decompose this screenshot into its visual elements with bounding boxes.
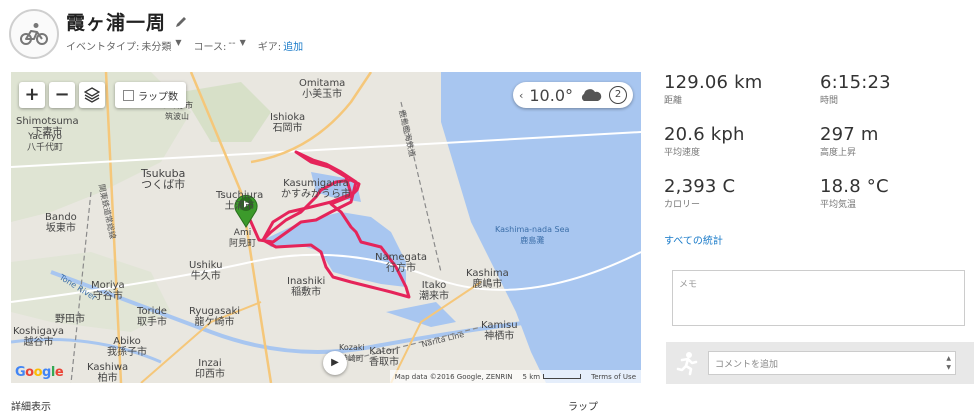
zoom-in-button[interactable]: + (19, 82, 45, 108)
map-layers-button[interactable] (79, 82, 105, 108)
gear-field: ギア: 追加 (258, 38, 303, 53)
comment-input[interactable]: コメントを追加 ▲ ▼ (708, 351, 956, 375)
wind-indicator: 2 (609, 86, 627, 104)
stat-time: 6:15:23 時間 (820, 72, 891, 106)
weather-widget[interactable]: ‹ 10.0° 2 (512, 82, 633, 108)
stat-avg-temperature: 18.8 °C 平均気温 (820, 176, 889, 210)
map-label-ryugasaki: Ryugasaki 龍ケ崎市 (189, 306, 241, 328)
map-label-itako: Itako 潮来市 (419, 280, 449, 302)
map-label-namegata: Namegata 行方市 (375, 252, 428, 274)
map-label-inashiki: Inashiki 稲敷市 (287, 276, 326, 298)
stat-elevation-gain: 297 m 高度上昇 (820, 124, 879, 158)
map-label-kashiwa: Kashiwa 柏市 (87, 362, 129, 383)
cloud-icon (581, 89, 602, 101)
map-label-tsukuba: Tsukuba つくば市 (141, 167, 186, 191)
add-gear-link[interactable]: 追加 (283, 38, 303, 53)
caret-down-icon: ▼ (239, 38, 246, 47)
map-label-kashima-nada-sea: Kashima-nada Sea 鹿島灘 (495, 225, 570, 245)
scroll-arrows-icon[interactable]: ▲ ▼ (946, 354, 951, 372)
map-attribution: Map data ©2016 Google, ZENRIN 5 km Terms… (389, 370, 641, 383)
map-label-abiko: Abiko 我孫子市 (107, 336, 147, 358)
lap-toggle[interactable]: ラップ数 (115, 82, 186, 108)
map-label-yachiyo: Yachiyo 八千代町 (27, 132, 64, 153)
route-map[interactable]: Omitama 小美玉市 Ishioka 石岡市 Shimotsuma 下妻市 … (11, 72, 641, 383)
event-type-selector[interactable]: イベントタイプ: 未分類 ▼ (66, 38, 182, 53)
memo-placeholder: メモ (679, 280, 698, 290)
stat-calories: 2,393 C カロリー (664, 176, 736, 210)
activity-title[interactable]: 霞ヶ浦一周 (66, 8, 166, 35)
map-label-ushiku: Ushiku 牛久市 (189, 260, 223, 282)
pencil-icon[interactable] (174, 15, 188, 29)
zoom-out-button[interactable]: − (49, 82, 75, 108)
map-label-omitama: Omitama 小美玉市 (299, 78, 346, 100)
activity-type-badge (9, 9, 59, 59)
caret-down-icon: ▼ (175, 38, 182, 47)
lap-checkbox[interactable] (123, 89, 134, 101)
stat-distance: 129.06 km 距離 (664, 72, 763, 106)
map-label-toride: Toride 取手市 (137, 306, 167, 328)
map-label-ami: Ami 阿見町 (229, 228, 257, 249)
map-label-koshigaya: Koshigaya 越谷市 (13, 326, 65, 348)
laps-section-heading: ラップ (568, 402, 598, 413)
play-route-button[interactable]: ▶ (323, 351, 347, 375)
map-label-bando: Bando 坂東市 (45, 212, 77, 234)
terms-of-use-link[interactable]: Terms of Use (591, 373, 636, 381)
map-label-ishioka: Ishioka 石岡市 (270, 112, 306, 134)
map-label-kasumigaura: Kasumigaura かすみがうら市 (281, 178, 351, 200)
map-label-katori: Katori 香取市 (369, 346, 399, 368)
temperature-value: 10.0° (529, 85, 573, 105)
map-label-noda: 野田市 (55, 314, 85, 325)
runner-avatar-icon (674, 350, 700, 376)
map-label-tsuchiura: Tsuchiura 土浦市 (216, 190, 264, 212)
map-scale: 5 km (523, 373, 582, 381)
map-label-kashima: Kashima 鹿嶋市 (466, 268, 509, 290)
stat-avg-speed: 20.6 kph 平均速度 (664, 124, 745, 158)
comment-bar: コメントを追加 ▲ ▼ (666, 342, 974, 384)
map-label-inzai: Inzai 印西市 (195, 358, 225, 380)
activity-header: 霞ヶ浦一周 イベントタイプ: 未分類 ▼ コース: -- ▼ ギア: 追加 (0, 0, 980, 68)
chevron-left-icon[interactable]: ‹ (519, 89, 523, 102)
memo-textarea[interactable]: メモ (672, 270, 965, 326)
details-section-heading: 詳細表示 (11, 402, 51, 413)
bicycle-icon (20, 23, 48, 45)
map-label-kamisu: Kamisu 神栖市 (481, 320, 518, 342)
map-label-moriya: Moriya 守谷市 (91, 280, 125, 302)
google-logo: Google (15, 365, 64, 380)
layers-icon (83, 87, 101, 103)
all-stats-link[interactable]: すべての統計 (664, 232, 723, 247)
course-selector[interactable]: コース: -- ▼ (194, 38, 246, 53)
